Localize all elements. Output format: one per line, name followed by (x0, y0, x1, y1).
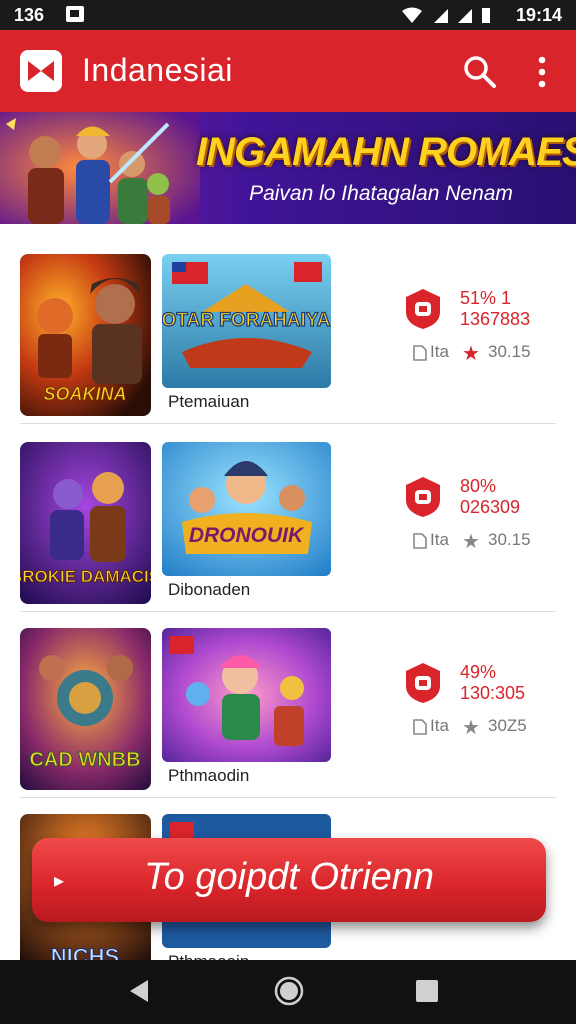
game-meta: Ita (430, 716, 449, 735)
search-icon[interactable] (462, 54, 498, 90)
cta-label: To goipdt Otrienn (143, 856, 435, 898)
shield-badge-icon (406, 663, 440, 703)
star-icon: ★ (462, 531, 480, 553)
game-meta: Ita (430, 530, 449, 549)
game-percent: 49% (460, 662, 497, 682)
art-title-text: DOTAR FORAHAIYAN (162, 310, 331, 331)
game-row[interactable]: SOAKINA DOTAR FORAHAIYAN Ptemaiuan 51% 1… (0, 236, 576, 424)
game-code: 1367883 (460, 309, 531, 329)
status-clock: 19:14 (515, 5, 562, 25)
game-rating: 30.15 (488, 530, 531, 549)
cover-title-text: CAD WNBB (29, 749, 140, 771)
star-icon: ★ (462, 717, 480, 739)
cover-title-text: BROKIE DAMACIS (20, 567, 151, 586)
system-nav-bar (0, 960, 576, 1024)
shield-badge-icon (406, 477, 440, 517)
cover-title-text: SOAKINA (43, 384, 126, 404)
game-code: 130:305 (460, 683, 526, 703)
game-row[interactable]: BROKIE DAMACIS DRONOUIK Dibonaden 80% 02… (0, 424, 576, 612)
app-bar: Indanesiai (0, 30, 576, 112)
battery-icon (482, 8, 490, 23)
art-title-text: DRONOUIK (189, 524, 305, 547)
download-icon (413, 345, 427, 361)
game-rating: 30Z5 (488, 716, 527, 735)
notification-icon (66, 6, 84, 22)
back-icon[interactable] (128, 978, 150, 1004)
more-vert-icon[interactable] (530, 52, 554, 92)
game-art-image[interactable]: DOTAR FORAHAIYAN (162, 254, 331, 388)
game-label: Ptemaiuan (166, 392, 252, 412)
download-icon (413, 533, 427, 549)
game-percent: 51% 1 (460, 288, 512, 308)
game-art-image[interactable]: DRONOUIK (162, 442, 331, 576)
status-icons (402, 7, 490, 23)
banner-heroes-image (0, 112, 200, 224)
recents-icon[interactable] (416, 980, 438, 1002)
app-logo-icon[interactable] (20, 50, 62, 92)
game-label: Pthmaodin (166, 766, 252, 786)
download-icon (413, 719, 427, 735)
shield-badge-icon (406, 289, 440, 329)
game-cover-image[interactable]: SOAKINA (20, 254, 151, 416)
banner-subline: Paivan lo Ihatagalan Nenam (249, 182, 513, 205)
banner-headline: INGAMAHN ROMAESI (196, 130, 576, 174)
signal-icon (434, 9, 448, 23)
game-code: 026309 (460, 497, 521, 517)
game-art-image[interactable] (162, 628, 331, 762)
game-label: Pthmaoain (166, 952, 252, 960)
app-title: Indanesiai (82, 52, 233, 88)
game-cover-image[interactable]: BROKIE DAMACIS (20, 442, 151, 604)
cover-title-text: NICHS (51, 944, 119, 960)
promo-banner[interactable]: INGAMAHN ROMAESI Paivan lo Ihatagalan Ne… (0, 112, 576, 224)
status-left-text: 136 (14, 5, 45, 25)
star-icon: ★ (462, 343, 480, 365)
game-row[interactable]: CAD WNBB Pthmaodin 49% 130:305 Ita ★ 30Z… (0, 610, 576, 798)
home-icon[interactable] (274, 976, 304, 1006)
game-meta: Ita (430, 342, 449, 361)
status-bar: 136 19:14 (0, 0, 576, 30)
game-rating: 30.15 (488, 342, 531, 361)
game-label: Dibonaden (166, 580, 253, 600)
cta-button[interactable]: ▸ To goipdt Otrienn (32, 838, 546, 922)
signal-icon (458, 9, 472, 23)
wifi-icon (402, 7, 422, 23)
game-cover-image[interactable]: CAD WNBB (20, 628, 151, 790)
game-percent: 80% (460, 476, 497, 496)
